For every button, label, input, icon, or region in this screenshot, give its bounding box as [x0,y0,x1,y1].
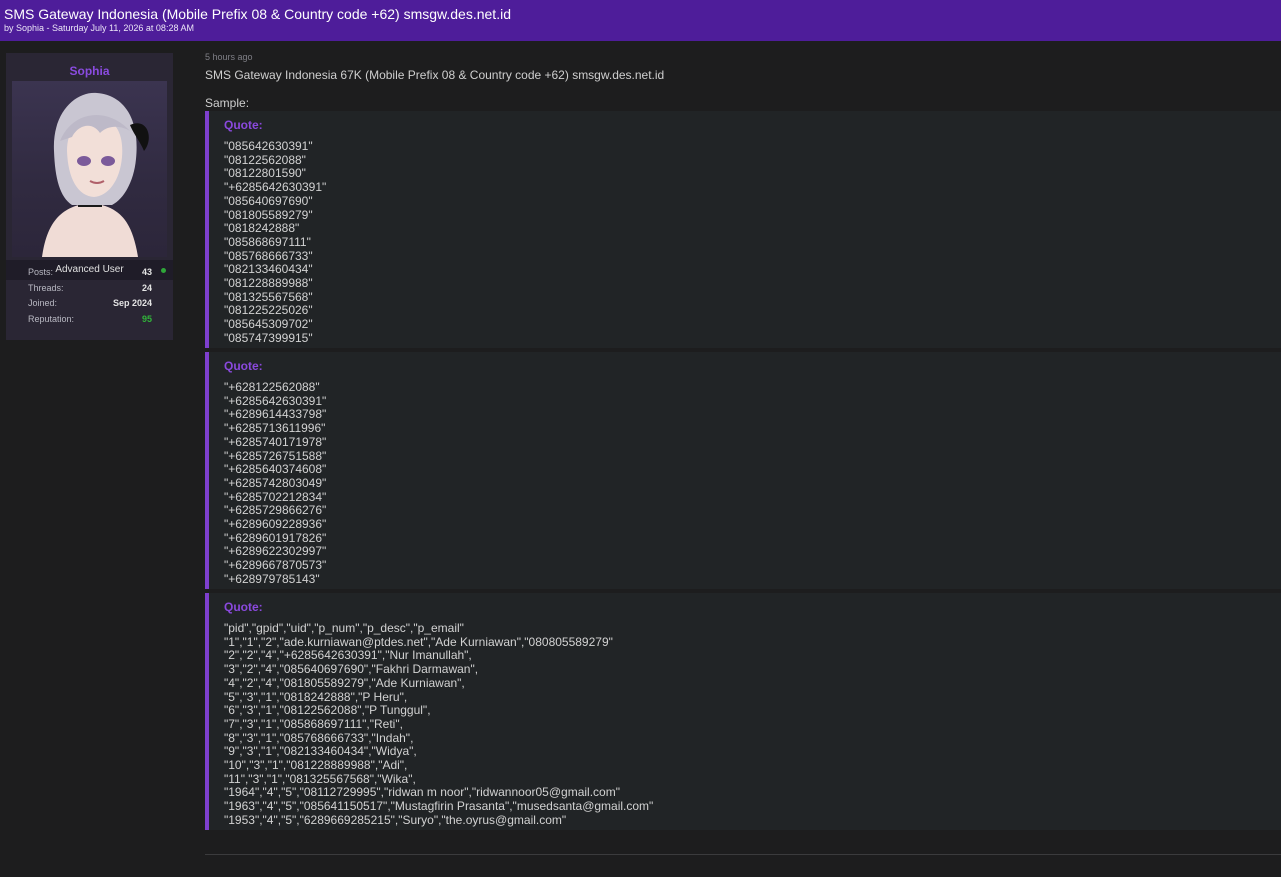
thread-header: SMS Gateway Indonesia (Mobile Prefix 08 … [0,0,1281,41]
stat-reputation: Reputation: 95 [28,314,152,330]
stat-joined: Joined: Sep 2024 [28,298,152,314]
quote-label: Quote: [224,359,263,373]
sample-label: Sample: [205,96,250,110]
post-time[interactable]: 5 hours ago [205,52,253,62]
stat-label: Posts: [28,267,54,277]
online-status-icon [161,268,166,273]
quote-content: "085642630391" "08122562088" "0812280159… [224,139,327,345]
quote-label: Quote: [224,600,263,614]
user-stats: Posts: 43 Threads: 24 Joined: Sep 2024 R… [28,267,152,329]
stat-value: Sep 2024 [112,298,152,309]
quote-block[interactable]: Quote: "085642630391" "08122562088" "081… [205,111,1281,348]
post-headline: SMS Gateway Indonesia 67K (Mobile Prefix… [205,68,665,82]
quote-block[interactable]: Quote: "+628122562088" "+6285642630391" … [205,352,1281,589]
avatar-image [42,92,149,257]
stat-label: Threads: [28,282,64,293]
thread-byline: by Sophia - Saturday July 11, 2026 at 08… [4,23,194,33]
stat-value: 24 [141,282,152,293]
post-divider [205,854,1281,855]
quote-label: Quote: [224,118,263,132]
quote-content: "+628122562088" "+6285642630391" "+62896… [224,380,327,586]
quote-block[interactable]: Quote: "pid","gpid","uid","p_num","p_des… [205,593,1281,830]
thread-title: SMS Gateway Indonesia (Mobile Prefix 08 … [4,6,511,22]
stat-label: Joined: [28,298,58,309]
stat-label: Reputation: [28,313,75,324]
stat-posts: Posts: 43 [28,267,152,283]
avatar[interactable] [12,81,167,257]
reputation-value[interactable]: 95 [142,314,152,324]
stat-value: 43 [141,267,152,277]
stat-threads: Threads: 24 [28,283,152,299]
author-card: Sophia Advanced User Posts: 43 Threads: … [6,53,173,340]
author-name[interactable]: Sophia [6,64,173,78]
quote-content: "pid","gpid","uid","p_num","p_desc","p_e… [224,621,654,827]
